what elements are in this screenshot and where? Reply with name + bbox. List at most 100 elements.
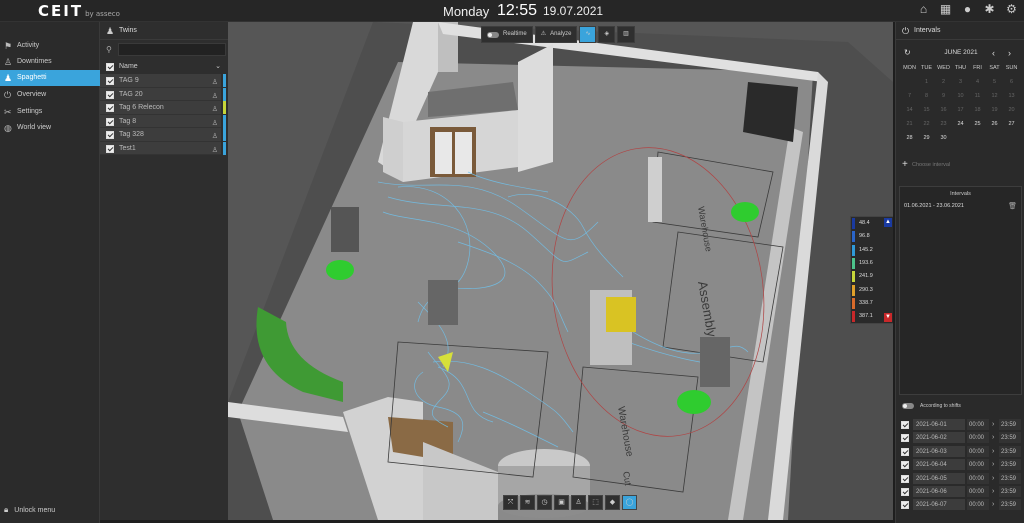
chevron-right-icon[interactable]: › — [1008, 46, 1011, 60]
shift-end-input[interactable]: 23:59 — [999, 432, 1021, 444]
twin-checkbox[interactable] — [106, 131, 114, 139]
shift-end-input[interactable]: 23:59 — [999, 472, 1021, 484]
calendar-day[interactable]: 8 — [918, 90, 935, 103]
grid-icon[interactable]: ▦ — [939, 3, 952, 16]
shift-checkbox[interactable] — [901, 488, 909, 496]
shift-checkbox[interactable] — [901, 421, 909, 429]
shift-start-input[interactable]: 00:00 — [967, 499, 989, 511]
chevron-down-icon[interactable]: ▼ — [884, 313, 892, 322]
shift-start-input[interactable]: 00:00 — [967, 459, 989, 471]
shift-start-input[interactable]: 00:00 — [967, 419, 989, 430]
calendar-day[interactable]: 10 — [952, 90, 969, 103]
shift-start-input[interactable]: 00:00 — [967, 432, 989, 444]
interval-entry[interactable]: 01.06.2021 - 23.06.2021 🗑︎ — [900, 197, 1021, 215]
calendar-day[interactable]: 17 — [952, 104, 969, 117]
twin-row[interactable]: Tag 328 ♙ — [100, 128, 226, 142]
bug-icon[interactable]: ✱ — [983, 3, 996, 16]
calendar-day[interactable]: 2 — [935, 76, 952, 89]
factory-floor-scene[interactable]: Warehouse Assembly Warehouse Cut — [228, 22, 893, 520]
clock-icon[interactable]: ◷ — [537, 495, 552, 510]
shift-start-input[interactable]: 00:00 — [967, 486, 989, 497]
calendar-day[interactable]: 3 — [952, 76, 969, 89]
heatmap-view-button[interactable]: ◈ — [598, 26, 616, 43]
calendar-day[interactable]: 4 — [969, 76, 986, 89]
twin-row[interactable]: Tag 8 ♙ — [100, 114, 226, 128]
calendar-day[interactable]: 13 — [1003, 90, 1020, 103]
sidebar-item-downtimes[interactable]: ♙ Downtimes — [0, 54, 100, 70]
sidebar-item-activity[interactable]: ⚑ Activity — [0, 38, 100, 54]
shift-checkbox[interactable] — [901, 461, 909, 470]
shifts-toggle[interactable]: According to shifts — [902, 403, 961, 409]
calendar-day[interactable]: 7 — [901, 90, 918, 103]
calendar-day[interactable]: 16 — [935, 104, 952, 117]
shift-row[interactable]: 2021-06-03 00:00 › 23:59 — [899, 445, 1023, 458]
calendar-day[interactable]: 26 — [986, 118, 1003, 131]
shift-row[interactable]: 2021-06-02 00:00 › 23:59 — [899, 432, 1023, 444]
calendar-day[interactable]: 12 — [986, 90, 1003, 103]
calendar-day[interactable]: 19 — [986, 104, 1003, 117]
shift-checkbox[interactable] — [901, 501, 909, 510]
camera-icon[interactable]: ▣ — [554, 495, 569, 510]
twin-row[interactable]: Tag 6 Relecon ♙ — [100, 101, 226, 115]
shift-checkbox[interactable] — [901, 447, 909, 456]
twins-column-header[interactable]: Name ⌄ — [100, 60, 228, 74]
choose-interval-field[interactable]: + Choose interval — [900, 158, 1021, 172]
twin-row[interactable]: TAG 9 ♙ — [100, 74, 226, 88]
path-view-button[interactable]: ∿ — [579, 26, 597, 43]
twin-checkbox[interactable] — [106, 144, 114, 153]
rotate-icon[interactable]: ◯ — [622, 495, 637, 510]
refresh-icon[interactable]: ↻ — [904, 46, 911, 60]
twin-row[interactable]: TAG 20 ♙ — [100, 87, 226, 101]
twin-row[interactable]: Test1 ♙ — [100, 141, 226, 155]
diamond-icon[interactable]: ◆ — [605, 495, 620, 510]
unlock-menu-button[interactable]: 🔒︎ Unlock menu — [4, 505, 55, 515]
shift-end-input[interactable]: 23:59 — [999, 445, 1021, 457]
twins-search-input[interactable] — [118, 43, 226, 56]
shift-end-input[interactable]: 23:59 — [999, 459, 1021, 471]
chevron-down-icon[interactable]: ⌄ — [215, 60, 221, 74]
calendar-day[interactable]: 30 — [935, 132, 952, 145]
layers-icon[interactable]: ≋ — [520, 495, 535, 510]
shift-start-input[interactable]: 00:00 — [967, 445, 989, 457]
shift-row[interactable]: 2021-06-01 00:00 › 23:59 — [899, 419, 1023, 431]
toggle-icon[interactable] — [902, 403, 914, 409]
shift-end-input[interactable]: 23:59 — [999, 419, 1021, 430]
twin-checkbox[interactable] — [106, 90, 114, 99]
calendar-day[interactable]: 18 — [969, 104, 986, 117]
floor-icon[interactable]: ⬚ — [588, 495, 603, 510]
calendar-day[interactable]: 1 — [918, 76, 935, 89]
chevron-up-icon[interactable]: ▲ — [884, 218, 892, 227]
plus-icon[interactable]: + — [902, 158, 908, 172]
calendar-day[interactable]: 24 — [952, 118, 969, 131]
sidebar-item-world-view[interactable]: ◍ World view — [0, 120, 100, 136]
shift-end-input[interactable]: 23:59 — [999, 486, 1021, 497]
calendar-day[interactable]: 14 — [901, 104, 918, 117]
sidebar-item-overview[interactable]: ⏻ Overview — [0, 87, 100, 103]
spaghetti-3d-view[interactable]: Warehouse Assembly Warehouse Cut Realtim… — [228, 22, 893, 520]
shift-row[interactable]: 2021-06-07 00:00 › 23:59 — [899, 499, 1023, 511]
calendar-day[interactable]: 15 — [918, 104, 935, 117]
calendar-day[interactable]: 27 — [1003, 118, 1020, 131]
home-icon[interactable]: ⌂ — [917, 3, 930, 16]
gear-icon[interactable]: ⚙ — [1005, 3, 1018, 16]
chevron-left-icon[interactable]: ‹ — [992, 46, 995, 60]
calendar-day[interactable]: 29 — [918, 132, 935, 145]
calendar-day[interactable]: 9 — [935, 90, 952, 103]
calendar-day[interactable]: 23 — [935, 118, 952, 131]
calendar-day[interactable]: 5 — [986, 76, 1003, 89]
calendar-day[interactable]: 20 — [1003, 104, 1020, 117]
calendar-day[interactable]: 6 — [1003, 76, 1020, 89]
shift-end-input[interactable]: 23:59 — [999, 499, 1021, 511]
analyze-button[interactable]: ⚠ Analyze — [534, 26, 578, 43]
shift-checkbox[interactable] — [901, 474, 909, 483]
shift-row[interactable]: 2021-06-05 00:00 › 23:59 — [899, 472, 1023, 485]
twin-checkbox[interactable] — [106, 77, 114, 85]
sidebar-item-spaghetti[interactable]: ♟ Spaghetti — [0, 70, 100, 86]
calendar-day[interactable]: 11 — [969, 90, 986, 103]
realtime-toggle[interactable]: Realtime — [481, 26, 533, 43]
select-all-checkbox[interactable] — [106, 63, 114, 71]
calendar-day[interactable]: 28 — [901, 132, 918, 145]
chart-view-button[interactable]: ▥ — [617, 26, 635, 43]
twin-checkbox[interactable] — [106, 117, 114, 126]
shift-row[interactable]: 2021-06-06 00:00 › 23:59 — [899, 486, 1023, 498]
